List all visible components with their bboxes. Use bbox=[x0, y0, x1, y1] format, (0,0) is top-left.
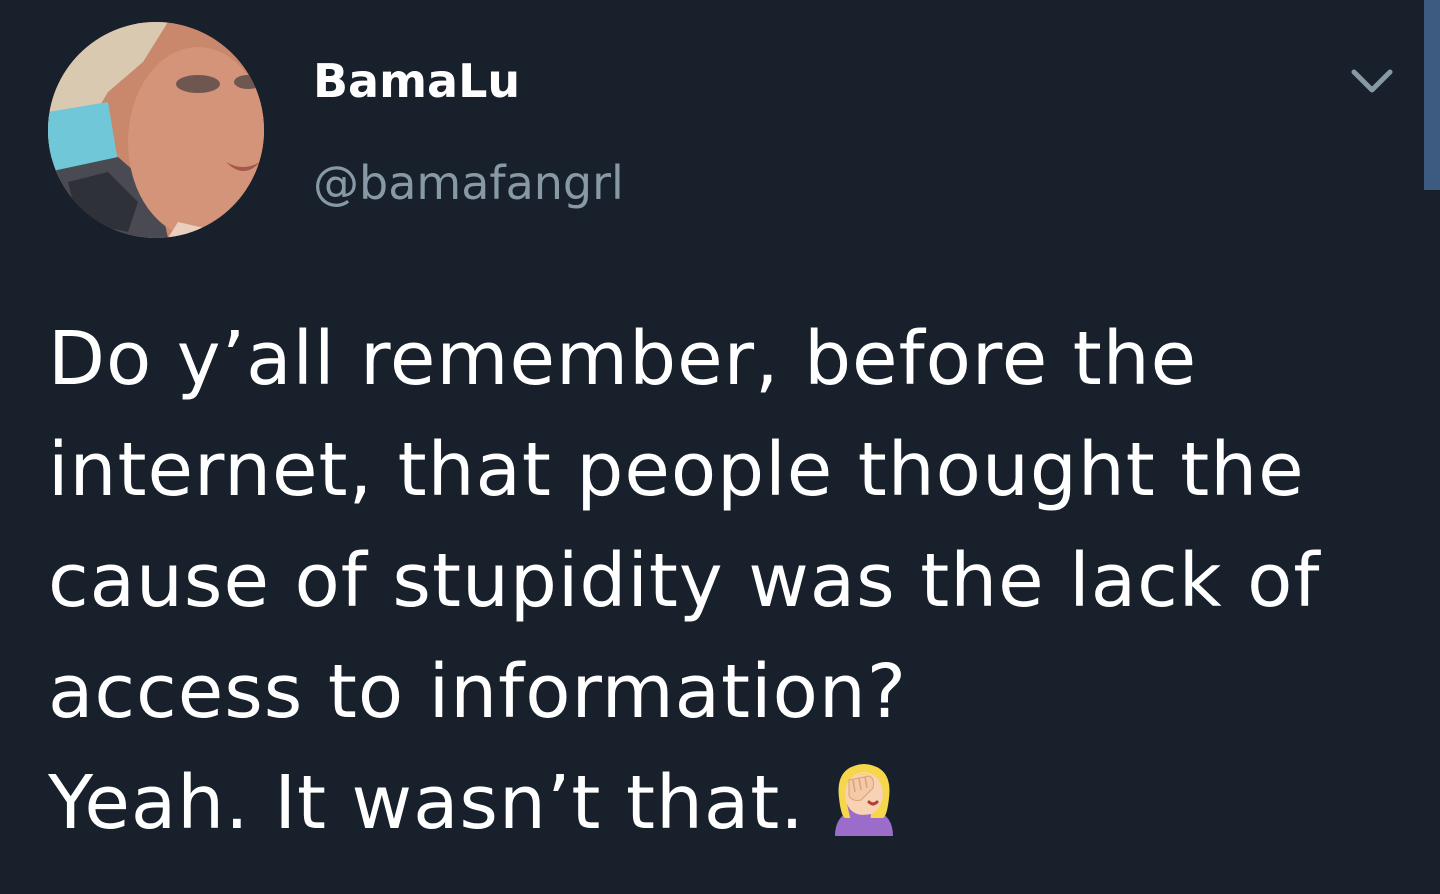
tweet-text-line: Yeah. It wasn’t that. bbox=[48, 760, 805, 846]
woman-facepalming-icon bbox=[825, 756, 903, 836]
display-name[interactable]: BamaLu bbox=[313, 58, 520, 104]
tweet-text-line: Do y’all remember, before the bbox=[48, 316, 1198, 402]
tweet-text-line: access to information? bbox=[48, 649, 908, 735]
tweet: BamaLu @bamafangrl Do y’all remember, be… bbox=[0, 0, 1440, 894]
scrollbar[interactable] bbox=[1424, 0, 1440, 190]
avatar-photo bbox=[48, 22, 264, 238]
chevron-down-icon[interactable] bbox=[1350, 60, 1394, 104]
tweet-text: Do y’all remember, before the internet, … bbox=[48, 304, 1408, 859]
user-handle[interactable]: @bamafangrl bbox=[313, 160, 624, 206]
tweet-text-line: internet, that people thought the bbox=[48, 427, 1305, 513]
divider bbox=[0, 884, 1440, 894]
tweet-text-line-last: Yeah. It wasn’t that. bbox=[48, 748, 1408, 859]
tweet-text-line: cause of stupidity was the lack of bbox=[48, 538, 1321, 624]
avatar[interactable] bbox=[48, 22, 264, 238]
